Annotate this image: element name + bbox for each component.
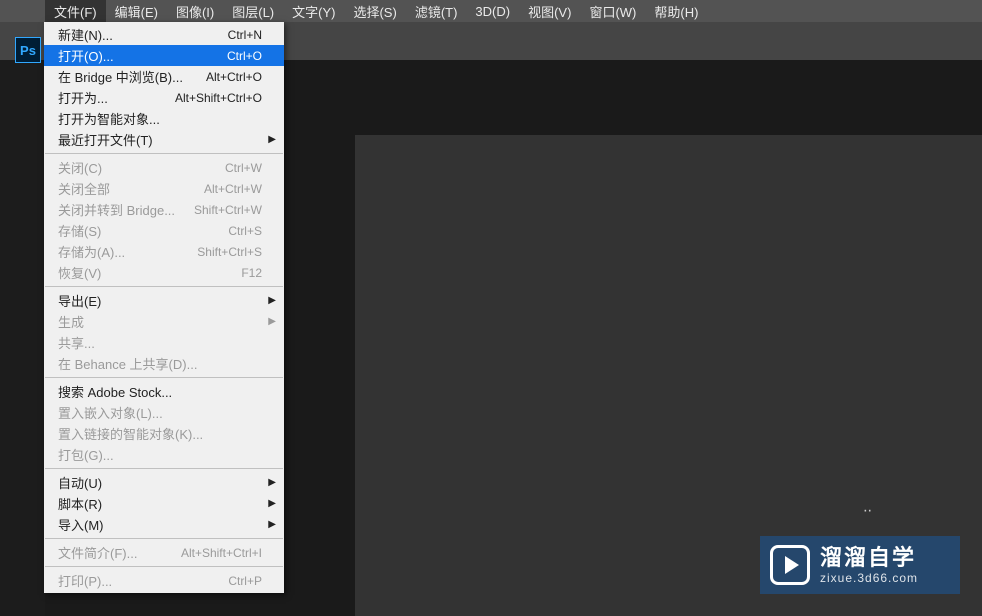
menu-item[interactable]: 导出(E) ▶	[44, 290, 284, 311]
menu-item: 共享...	[44, 332, 284, 353]
menu-item-shortcut: Ctrl+O	[227, 49, 262, 63]
menu-item-label: 打开为智能对象...	[58, 109, 160, 128]
menu-item-label: 打开为...	[58, 88, 108, 107]
menu-item-label: 脚本(R)	[58, 494, 102, 513]
menu-item[interactable]: 打开为... Alt+Shift+Ctrl+O	[44, 87, 284, 108]
menubar-item-8[interactable]: 视图(V)	[519, 0, 580, 23]
menu-item-label: 新建(N)...	[58, 25, 113, 44]
menu-item[interactable]: 打开为智能对象...	[44, 108, 284, 129]
menu-item-shortcut: Alt+Shift+Ctrl+O	[175, 91, 262, 105]
menu-item-label: 在 Bridge 中浏览(B)...	[58, 67, 183, 86]
ps-logo: Ps	[15, 37, 41, 63]
decoration-dots: ∙∙	[863, 502, 872, 520]
menu-item-label: 导入(M)	[58, 515, 104, 534]
menu-item-label: 关闭(C)	[58, 158, 102, 177]
submenu-arrow-icon: ▶	[268, 519, 276, 530]
menu-item[interactable]: 搜索 Adobe Stock...	[44, 381, 284, 402]
menu-item-label: 在 Behance 上共享(D)...	[58, 354, 197, 373]
menubar-item-2[interactable]: 图像(I)	[167, 0, 223, 23]
watermark-sub: zixue.3d66.com	[820, 571, 918, 585]
file-menu-dropdown: 新建(N)... Ctrl+N 打开(O)... Ctrl+O 在 Bridge 中浏览…	[44, 22, 284, 593]
menu-item: 恢复(V) F12	[44, 262, 284, 283]
submenu-arrow-icon: ▶	[268, 316, 276, 327]
menu-item-shortcut: Ctrl+W	[225, 161, 262, 175]
menubar: 文件(F)编辑(E)图像(I)图层(L)文字(Y)选择(S)滤镜(T)3D(D)…	[0, 0, 982, 22]
menu-item: 关闭并转到 Bridge... Shift+Ctrl+W	[44, 199, 284, 220]
menu-item-shortcut: Alt+Ctrl+O	[206, 70, 262, 84]
menu-item: 存储为(A)... Shift+Ctrl+S	[44, 241, 284, 262]
menubar-item-0[interactable]: 文件(F)	[45, 0, 106, 23]
menubar-item-5[interactable]: 选择(S)	[344, 0, 405, 23]
menu-item-label: 存储为(A)...	[58, 242, 125, 261]
menu-item-shortcut: Ctrl+P	[228, 574, 262, 588]
menu-item[interactable]: 打开(O)... Ctrl+O	[44, 45, 284, 66]
menu-item: 生成 ▶	[44, 311, 284, 332]
menubar-item-4[interactable]: 文字(Y)	[283, 0, 344, 23]
menu-item-label: 文件简介(F)...	[58, 543, 137, 562]
watermark: 溜溜自学 zixue.3d66.com	[760, 536, 960, 594]
menu-item-label: 置入嵌入对象(L)...	[58, 403, 163, 422]
menu-item-label: 生成	[58, 312, 84, 331]
menubar-item-6[interactable]: 滤镜(T)	[406, 0, 467, 23]
menu-item-label: 自动(U)	[58, 473, 102, 492]
menu-item-label: 恢复(V)	[58, 263, 101, 282]
menu-item[interactable]: 最近打开文件(T) ▶	[44, 129, 284, 150]
menu-item-label: 关闭并转到 Bridge...	[58, 200, 175, 219]
menu-item-label: 存储(S)	[58, 221, 101, 240]
menubar-item-3[interactable]: 图层(L)	[223, 0, 283, 23]
play-icon	[770, 545, 810, 585]
menu-item: 关闭(C) Ctrl+W	[44, 157, 284, 178]
menu-item[interactable]: 导入(M) ▶	[44, 514, 284, 535]
menu-item-shortcut: Alt+Ctrl+W	[204, 182, 262, 196]
menu-separator	[45, 286, 283, 287]
menu-item-shortcut: Alt+Shift+Ctrl+I	[181, 546, 262, 560]
menu-item: 置入链接的智能对象(K)...	[44, 423, 284, 444]
submenu-arrow-icon: ▶	[268, 477, 276, 488]
menubar-item-7[interactable]: 3D(D)	[466, 2, 519, 21]
submenu-arrow-icon: ▶	[268, 134, 276, 145]
menu-item-label: 打包(G)...	[58, 445, 114, 464]
tool-panel	[0, 60, 45, 616]
menu-item-label: 打开(O)...	[58, 46, 114, 65]
menu-separator	[45, 377, 283, 378]
menu-item-shortcut: Shift+Ctrl+W	[194, 203, 262, 217]
menu-item-label: 导出(E)	[58, 291, 101, 310]
watermark-title: 溜溜自学	[820, 545, 918, 571]
menu-item-label: 最近打开文件(T)	[58, 130, 153, 149]
menu-item: 存储(S) Ctrl+S	[44, 220, 284, 241]
menubar-item-10[interactable]: 帮助(H)	[645, 0, 707, 23]
menu-item-shortcut: Ctrl+S	[228, 224, 262, 238]
menu-item: 置入嵌入对象(L)...	[44, 402, 284, 423]
menu-item[interactable]: 自动(U) ▶	[44, 472, 284, 493]
menu-item[interactable]: 新建(N)... Ctrl+N	[44, 24, 284, 45]
menu-item: 文件简介(F)... Alt+Shift+Ctrl+I	[44, 542, 284, 563]
menu-item-shortcut: Ctrl+N	[228, 28, 262, 42]
menu-item-label: 搜索 Adobe Stock...	[58, 382, 172, 401]
submenu-arrow-icon: ▶	[268, 498, 276, 509]
menubar-item-1[interactable]: 编辑(E)	[106, 0, 167, 23]
menu-item-shortcut: F12	[241, 266, 262, 280]
menu-item[interactable]: 在 Bridge 中浏览(B)... Alt+Ctrl+O	[44, 66, 284, 87]
submenu-arrow-icon: ▶	[268, 295, 276, 306]
menu-separator	[45, 153, 283, 154]
menu-item-label: 置入链接的智能对象(K)...	[58, 424, 203, 443]
menu-item[interactable]: 脚本(R) ▶	[44, 493, 284, 514]
menu-item: 关闭全部 Alt+Ctrl+W	[44, 178, 284, 199]
menu-item-label: 关闭全部	[58, 179, 110, 198]
menu-item-shortcut: Shift+Ctrl+S	[197, 245, 262, 259]
menu-separator	[45, 538, 283, 539]
menu-separator	[45, 566, 283, 567]
menu-item: 打印(P)... Ctrl+P	[44, 570, 284, 591]
menu-item-label: 打印(P)...	[58, 571, 112, 590]
menu-separator	[45, 468, 283, 469]
menu-item: 在 Behance 上共享(D)...	[44, 353, 284, 374]
menubar-item-9[interactable]: 窗口(W)	[580, 0, 645, 23]
menu-item: 打包(G)...	[44, 444, 284, 465]
menu-item-label: 共享...	[58, 333, 95, 352]
